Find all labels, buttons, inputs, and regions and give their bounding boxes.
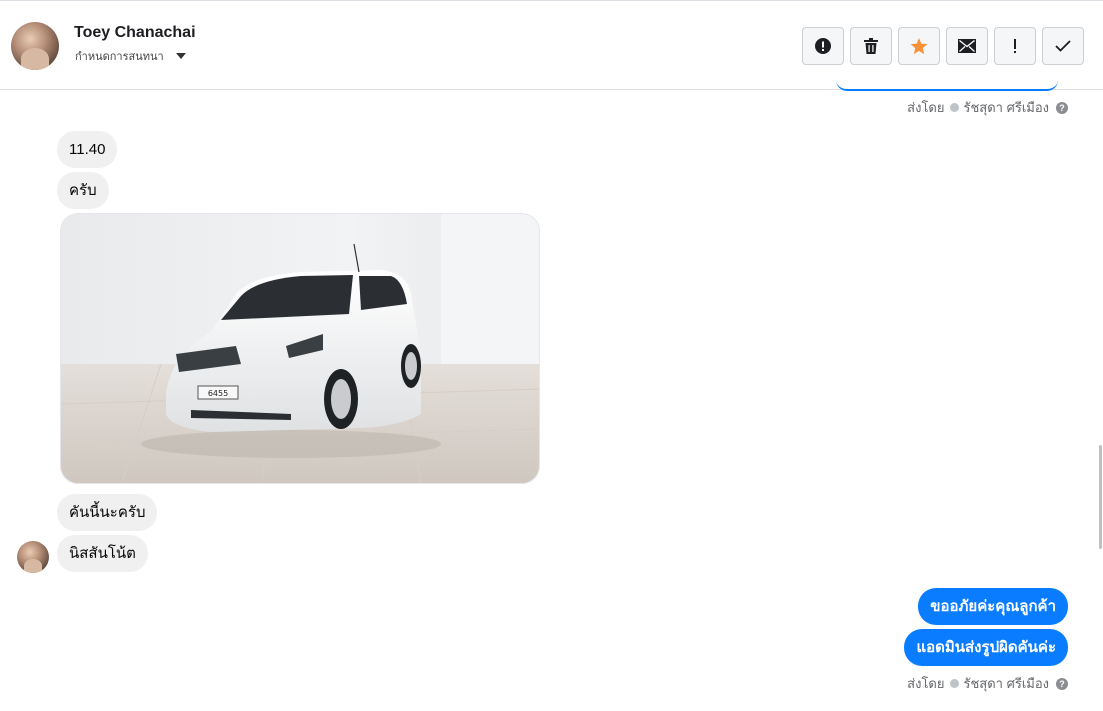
incoming-message[interactable]: คันนี้นะครับ <box>57 494 158 531</box>
conversation-header: Toey Chanachai กำหนดการสนทนา <box>0 0 1103 90</box>
alert-circle-icon <box>815 38 831 54</box>
sent-by-meta: ส่งโดย รัชสุดา ศรีเมือง ? <box>907 97 1068 118</box>
agent-name[interactable]: รัชสุดา ศรีเมือง <box>964 673 1050 694</box>
star-icon <box>910 37 928 54</box>
license-plate: 6455 <box>208 389 228 398</box>
contact-avatar-small[interactable] <box>17 541 49 573</box>
done-button[interactable] <box>1042 27 1084 65</box>
contact-avatar[interactable] <box>11 22 59 70</box>
car-photo-attachment[interactable]: 6455 <box>60 213 540 484</box>
contact-name[interactable]: Toey Chanachai <box>74 24 196 42</box>
caret-down-icon <box>175 53 186 59</box>
action-toolbar <box>802 27 1084 65</box>
incoming-message[interactable]: ครับ <box>57 172 109 209</box>
help-icon[interactable]: ? <box>1056 677 1068 690</box>
trash-icon <box>864 38 878 54</box>
delete-button[interactable] <box>850 27 892 65</box>
agent-status-icon <box>949 103 959 112</box>
sent-by-label: ส่งโดย <box>907 100 945 115</box>
sent-by-meta: ส่งโดย รัชสุดา ศรีเมือง ? <box>907 673 1068 694</box>
check-icon <box>1055 40 1071 52</box>
follow-up-button[interactable] <box>994 27 1036 65</box>
car-photo-image: 6455 <box>61 214 539 483</box>
agent-status-icon <box>949 679 959 688</box>
conversation-label-dropdown[interactable]: กำหนดการสนทนา <box>75 47 186 65</box>
sent-by-label: ส่งโดย <box>907 676 945 691</box>
help-icon[interactable]: ? <box>1056 101 1068 114</box>
spam-button[interactable] <box>802 27 844 65</box>
incoming-message[interactable]: นิสสันโน้ต <box>57 535 148 572</box>
agent-name[interactable]: รัชสุดา ศรีเมือง <box>964 97 1050 118</box>
star-button[interactable] <box>898 27 940 65</box>
envelope-icon <box>958 39 976 53</box>
outgoing-message[interactable]: แอดมินส่งรูปผิดคันค่ะ <box>904 629 1068 666</box>
incoming-message[interactable]: 11.40 <box>57 131 118 168</box>
outgoing-message[interactable]: ขออภัยค่ะคุณลูกค้า <box>918 588 1068 625</box>
mark-unread-button[interactable] <box>946 27 988 65</box>
conversation-label-text: กำหนดการสนทนา <box>75 51 164 63</box>
exclamation-icon <box>1014 39 1016 53</box>
previous-outgoing-bubble <box>836 80 1058 91</box>
scrollbar[interactable] <box>1099 445 1102 549</box>
